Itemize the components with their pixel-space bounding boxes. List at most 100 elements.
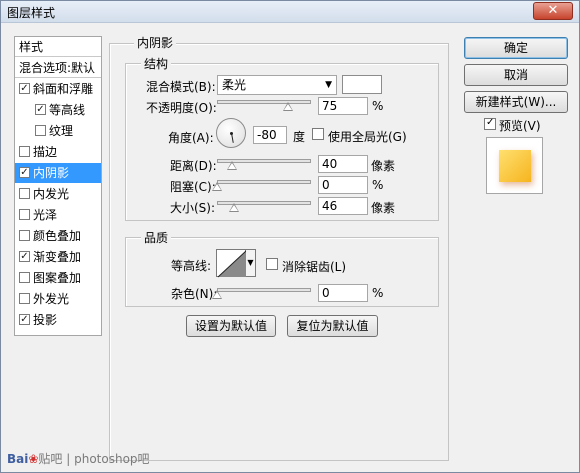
- watermark: Bai❀贴吧 | photoshop吧: [7, 450, 150, 467]
- style-item-label: 光泽: [33, 208, 58, 222]
- anti-alias-label: 消除锯齿(L): [282, 260, 347, 274]
- style-item-label: 等高线: [49, 103, 86, 117]
- noise-input[interactable]: 0: [318, 284, 368, 302]
- style-item[interactable]: 颜色叠加: [15, 226, 101, 246]
- chevron-down-icon: ▼: [325, 80, 332, 90]
- global-light-label: 使用全局光(G): [328, 130, 407, 144]
- style-item-checkbox[interactable]: ✓: [19, 83, 30, 94]
- style-item-label: 外发光: [33, 292, 70, 306]
- style-item-label: 纹理: [49, 124, 74, 138]
- contour-picker[interactable]: [216, 249, 247, 278]
- blend-mode-label: 混合模式(B):: [146, 80, 216, 94]
- angle-label: 角度(A):: [168, 131, 214, 145]
- dialog-title: 图层样式: [7, 6, 56, 20]
- watermark-text: 贴吧 | photoshop吧: [38, 452, 150, 466]
- choke-slider[interactable]: [212, 177, 311, 191]
- blend-options-label: 混合选项:默认: [19, 61, 96, 75]
- preview-checkbox[interactable]: [484, 117, 496, 130]
- style-item-checkbox[interactable]: [19, 146, 30, 157]
- style-item-checkbox[interactable]: [19, 188, 30, 199]
- opacity-label: 不透明度(O):: [146, 101, 217, 115]
- style-item-checkbox[interactable]: ✓: [19, 167, 30, 178]
- contour-label: 等高线:: [171, 259, 212, 273]
- cancel-button[interactable]: 取消: [464, 64, 568, 86]
- style-item[interactable]: 外发光: [15, 289, 101, 309]
- angle-input[interactable]: -80: [253, 126, 287, 144]
- style-item-checkbox[interactable]: [19, 209, 30, 220]
- style-item-checkbox[interactable]: ✓: [19, 251, 30, 262]
- style-item[interactable]: 图案叠加: [15, 268, 101, 288]
- close-button[interactable]: ✕: [533, 2, 573, 20]
- blend-options-item[interactable]: 混合选项:默认: [15, 58, 101, 78]
- style-item[interactable]: 光泽: [15, 205, 101, 225]
- choke-slider-thumb[interactable]: [212, 182, 222, 191]
- style-item[interactable]: 内发光: [15, 184, 101, 204]
- style-item[interactable]: ✓ 投影: [15, 310, 101, 330]
- style-item-label: 斜面和浮雕: [33, 82, 94, 96]
- contour-linear-icon: [217, 250, 247, 278]
- style-item-label: 投影: [33, 313, 58, 327]
- angle-unit: 度: [293, 130, 306, 144]
- inner-shadow-title: 内阴影: [134, 34, 177, 51]
- size-slider[interactable]: [217, 198, 311, 212]
- opacity-unit: %: [372, 99, 384, 113]
- preview-label: 预览(V): [499, 119, 541, 133]
- style-item-label: 内阴影: [33, 166, 70, 180]
- opacity-slider-thumb[interactable]: [282, 102, 293, 111]
- styles-header[interactable]: 样式: [15, 37, 101, 57]
- styles-list: 样式 混合选项:默认 ✓ 斜面和浮雕 ✓ 等高线 纹理 描边 ✓ 内阴影 内发光 光泽 颜色叠加 ✓ 渐…: [14, 36, 102, 336]
- style-item[interactable]: 描边: [15, 142, 101, 162]
- style-preview: [486, 137, 543, 194]
- style-item[interactable]: ✓ 渐变叠加: [15, 247, 101, 267]
- style-item[interactable]: ✓ 等高线: [15, 100, 101, 120]
- style-item-label: 描边: [33, 145, 58, 159]
- angle-dial[interactable]: [216, 118, 246, 148]
- contour-dropdown-button[interactable]: ▼: [246, 249, 256, 277]
- preview-swatch: [499, 150, 531, 182]
- choke-unit: %: [372, 178, 384, 192]
- reset-default-button[interactable]: 复位为默认值: [287, 315, 378, 337]
- style-item-label: 图案叠加: [33, 271, 82, 285]
- style-item-label: 渐变叠加: [33, 250, 82, 264]
- style-item-label: 内发光: [33, 187, 70, 201]
- size-unit: 像素: [371, 201, 396, 215]
- anti-alias-checkbox[interactable]: [266, 258, 278, 270]
- noise-slider-thumb[interactable]: [212, 290, 222, 299]
- opacity-slider[interactable]: [217, 97, 311, 111]
- distance-input[interactable]: 40: [318, 155, 368, 173]
- choke-label: 阻塞(C):: [170, 180, 216, 194]
- style-item-checkbox[interactable]: [35, 125, 46, 136]
- style-item[interactable]: 纹理: [15, 121, 101, 141]
- distance-slider-thumb[interactable]: [227, 161, 238, 170]
- size-slider-thumb[interactable]: [228, 203, 239, 212]
- style-item-checkbox[interactable]: [19, 272, 30, 283]
- style-item-checkbox[interactable]: ✓: [35, 104, 46, 115]
- ok-button[interactable]: 确定: [464, 37, 568, 59]
- noise-unit: %: [372, 286, 384, 300]
- style-item-checkbox[interactable]: ✓: [19, 314, 30, 325]
- set-default-button[interactable]: 设置为默认值: [186, 315, 276, 337]
- new-style-button[interactable]: 新建样式(W)...: [464, 91, 568, 113]
- noise-slider[interactable]: [212, 285, 311, 299]
- style-item-checkbox[interactable]: [19, 230, 30, 241]
- noise-label: 杂色(N):: [171, 287, 218, 301]
- style-item[interactable]: ✓ 斜面和浮雕: [15, 79, 101, 99]
- opacity-input[interactable]: 75: [318, 97, 368, 115]
- size-input[interactable]: 46: [318, 197, 368, 215]
- paw-icon: ❀: [28, 452, 39, 466]
- structure-title: 结构: [141, 55, 172, 72]
- global-light-checkbox[interactable]: [312, 128, 324, 140]
- distance-slider[interactable]: [217, 156, 311, 170]
- baidu-logo: Bai: [7, 452, 29, 466]
- title-bar: 图层样式 ✕: [1, 1, 579, 23]
- distance-unit: 像素: [371, 159, 396, 173]
- blend-mode-select[interactable]: 柔光 ▼: [217, 75, 337, 95]
- choke-input[interactable]: 0: [318, 176, 368, 194]
- chevron-down-icon: ▼: [247, 258, 254, 267]
- layer-style-dialog: 图层样式 ✕ 样式 混合选项:默认 ✓ 斜面和浮雕 ✓ 等高线 纹理 描边 ✓ 内阴影 内发光光…: [0, 0, 580, 473]
- style-item-checkbox[interactable]: [19, 293, 30, 304]
- style-item[interactable]: ✓ 内阴影: [15, 163, 101, 183]
- size-label: 大小(S):: [170, 201, 216, 215]
- shadow-color-swatch[interactable]: [342, 75, 382, 94]
- distance-label: 距离(D):: [170, 159, 217, 173]
